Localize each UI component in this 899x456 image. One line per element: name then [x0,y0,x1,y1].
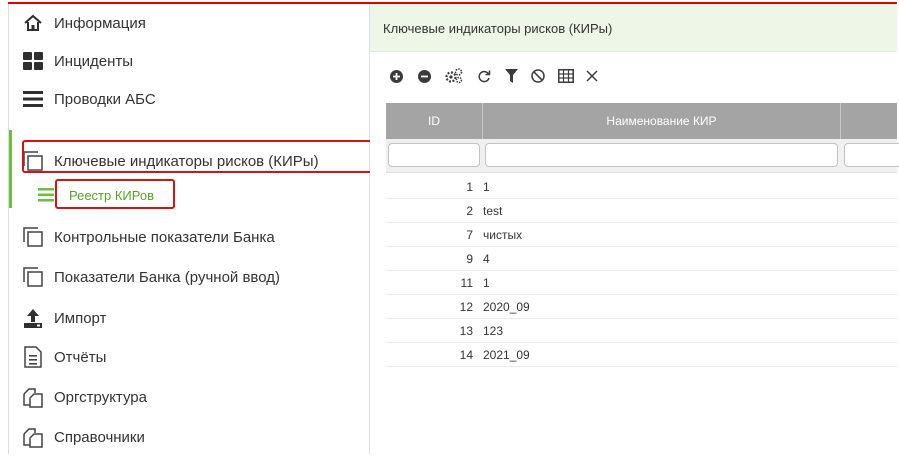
column-header-id[interactable]: ID [386,103,483,139]
files-icon [22,426,44,448]
copy-icon [22,266,44,288]
registry-highlight-box [55,179,175,209]
column-header-name[interactable]: Наименование КИР [483,103,841,139]
filter-extra-input[interactable] [844,143,899,167]
sidebar-item-incidents[interactable]: Инциденты [9,42,369,80]
sidebar-item-label: Инциденты [54,52,134,70]
sidebar-item-label: Отчёты [54,348,107,366]
grid-toolbar [370,60,897,90]
active-section-accent [9,130,12,208]
menu-lines-icon [22,88,44,110]
kir-highlight-box [22,140,374,173]
cell-id: 13 [459,324,473,338]
cell-id: 7 [466,228,473,242]
sidebar-item-directories[interactable]: Справочники [9,418,369,456]
add-icon[interactable] [386,66,406,86]
list-icon [38,188,54,202]
close-icon[interactable] [582,66,602,86]
sidebar-item-abs-postings[interactable]: Проводки АБС [9,80,369,118]
cell-name: 123 [483,324,504,338]
sidebar-item-label: Показатели Банка (ручной ввод) [54,268,280,286]
dashboard-icon [22,50,44,72]
cell-name: 2020_09 [483,300,530,314]
cell-name: test [483,204,503,218]
remove-icon[interactable] [414,66,434,86]
filter-id-input[interactable] [388,143,480,167]
cell-name: 1 [483,180,490,194]
filter-name-input[interactable] [485,143,838,167]
upload-icon [22,307,44,329]
cell-id: 2 [466,204,473,218]
sidebar-item-label: Контрольные показатели Банка [54,228,275,246]
sidebar-item-information[interactable]: Информация [9,4,369,42]
cell-name: 2021_09 [483,348,530,362]
filter-icon[interactable] [501,66,521,86]
breadcrumb: Ключевые индикаторы рисков (КИРы) [370,4,897,52]
cell-id: 11 [460,276,473,290]
table-row[interactable]: 13 123 [386,319,897,343]
sidebar-item-label: Импорт [54,309,107,327]
table-row[interactable]: 1 1 [386,175,897,199]
cell-name: 4 [483,252,490,266]
sidebar: Информация Инциденты Проводки АБС Ключев… [9,4,370,454]
table-row[interactable]: 2 test [386,199,897,223]
cell-id: 12 [459,300,473,314]
table-row[interactable]: 11 1 [386,271,897,295]
files-icon [22,386,44,408]
grid-filter-row [386,139,899,173]
sidebar-item-label: Проводки АБС [54,90,156,108]
columns-icon[interactable] [556,66,576,86]
grid-header: ID Наименование КИР [386,103,897,139]
cell-name: чистых [483,228,523,242]
sidebar-item-label: Информация [54,14,146,32]
refresh-icon[interactable] [474,66,494,86]
page-title: Ключевые индикаторы рисков (КИРы) [383,21,613,36]
cell-id: 9 [466,252,473,266]
cell-name: 1 [483,276,490,290]
cell-id: 14 [459,348,473,362]
column-header-extra[interactable] [841,103,897,139]
home-icon [22,12,44,34]
table-row[interactable]: 12 2020_09 [386,295,897,319]
settings-icon[interactable] [444,66,464,86]
sidebar-item-bank-control-indicators[interactable]: Контрольные показатели Банка [9,218,369,256]
table-row[interactable]: 7 чистых [386,223,897,247]
sidebar-item-org-structure[interactable]: Оргструктура [9,378,369,416]
clear-filter-icon[interactable] [528,66,548,86]
table-row[interactable]: 14 2021_09 [386,343,897,367]
sidebar-item-import[interactable]: Импорт [9,299,369,337]
cell-id: 1 [466,180,473,194]
table-row[interactable]: 9 4 [386,247,897,271]
sidebar-item-bank-manual-input[interactable]: Показатели Банка (ручной ввод) [9,258,369,296]
document-icon [22,346,44,368]
sidebar-item-label: Оргструктура [54,388,147,406]
sidebar-item-label: Справочники [54,428,145,446]
copy-icon [22,226,44,248]
main-content: Ключевые индикаторы рисков (КИРы) ID Наи… [370,4,899,454]
sidebar-item-reports[interactable]: Отчёты [9,338,369,376]
